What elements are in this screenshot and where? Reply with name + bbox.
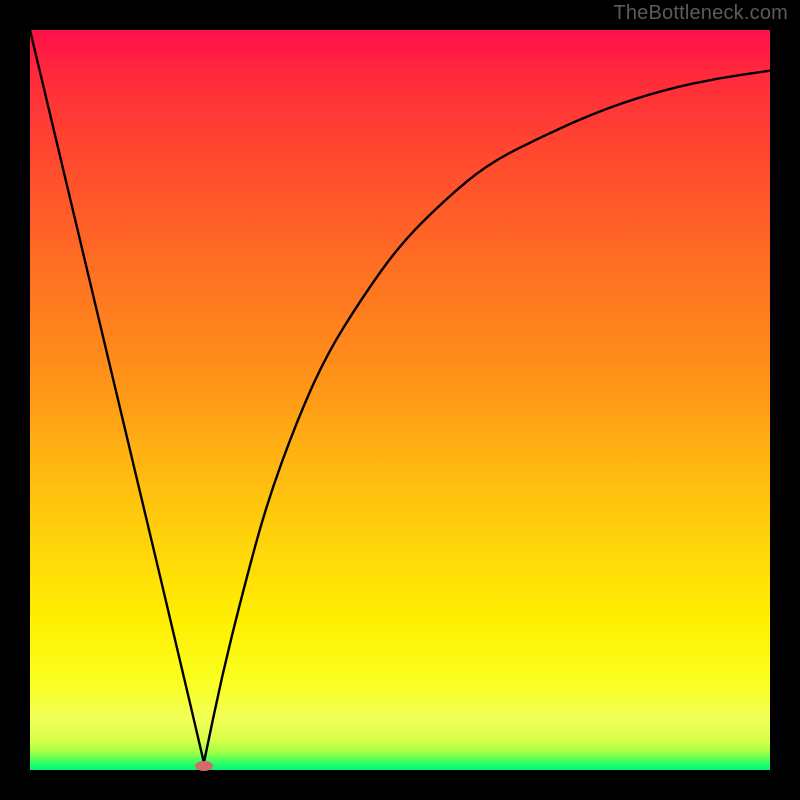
curve-left-segment xyxy=(30,30,204,763)
watermark-text: TheBottleneck.com xyxy=(613,2,788,25)
minimum-marker xyxy=(195,761,213,771)
chart-frame: TheBottleneck.com xyxy=(0,0,800,800)
plot-area xyxy=(30,30,770,770)
curve-layer xyxy=(30,30,770,770)
curve-right-segment xyxy=(204,71,770,763)
